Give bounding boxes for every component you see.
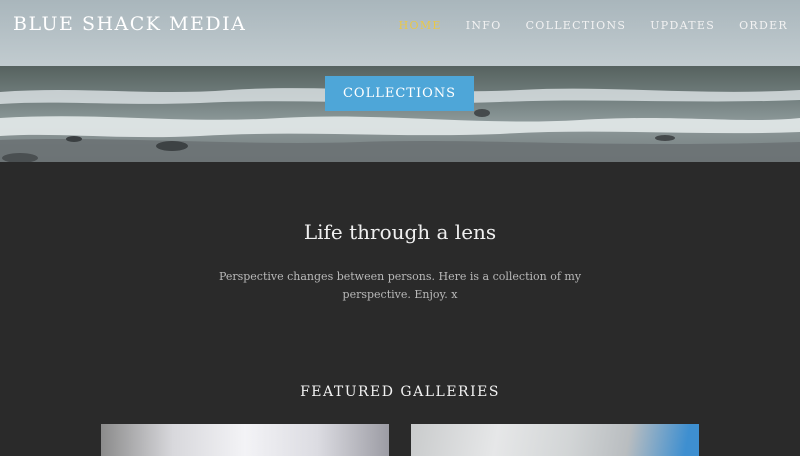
featured-galleries-heading: FEATURED GALLERIES bbox=[300, 384, 500, 400]
nav-item-updates[interactable]: UPDATES bbox=[650, 19, 715, 32]
gallery-card-1[interactable] bbox=[101, 424, 389, 456]
hero-banner: BLUE SHACK MEDIA HOME INFO COLLECTIONS U… bbox=[0, 0, 800, 162]
nav-item-collections[interactable]: COLLECTIONS bbox=[526, 19, 627, 32]
intro-text: Perspective changes between persons. Her… bbox=[218, 270, 582, 301]
nav-item-home[interactable]: HOME bbox=[399, 19, 442, 32]
main-nav: HOME INFO COLLECTIONS UPDATES ORDER bbox=[399, 19, 788, 32]
collections-button[interactable]: COLLECTIONS bbox=[325, 76, 474, 111]
gallery-card-2[interactable] bbox=[411, 424, 699, 456]
intro-title: Life through a lens bbox=[303, 220, 497, 244]
nav-item-info[interactable]: INFO bbox=[466, 19, 502, 32]
nav-item-order[interactable]: ORDER bbox=[739, 19, 788, 32]
brand-logo[interactable]: BLUE SHACK MEDIA bbox=[13, 13, 246, 35]
